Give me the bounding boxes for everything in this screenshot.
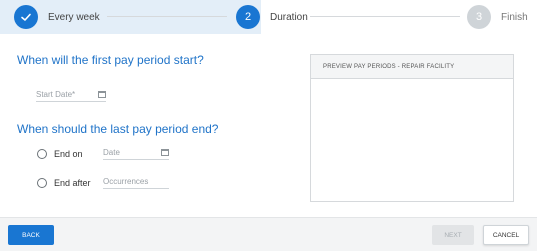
back-button[interactable]: BACK xyxy=(8,225,54,245)
step-3-label: Finish xyxy=(501,11,528,23)
step-2-number: 2 xyxy=(244,11,252,23)
preview-panel-title: PREVIEW PAY PERIODS - REPAIR FACILITY xyxy=(323,63,455,70)
step-1-label: Every week xyxy=(48,11,100,23)
preview-panel: PREVIEW PAY PERIODS - REPAIR FACILITY xyxy=(310,54,514,202)
step-2-circle: 2 xyxy=(236,5,260,29)
step-3-number: 3 xyxy=(475,11,483,23)
pay-period-wizard: Every week 2 Duration 3 Finish When will… xyxy=(0,0,537,251)
end-on-radio[interactable] xyxy=(37,149,47,159)
start-date-placeholder: Start Date* xyxy=(36,90,76,99)
occurrences-placeholder: Occurrences xyxy=(103,177,149,186)
end-after-radio[interactable] xyxy=(37,178,47,188)
calendar-icon[interactable] xyxy=(161,149,169,156)
step-connector-1 xyxy=(107,16,227,17)
step-connector-2 xyxy=(310,16,460,17)
footer-bar: BACK NEXT CANCEL xyxy=(0,217,537,251)
start-date-field[interactable]: Start Date* xyxy=(36,90,106,102)
checkmark-icon xyxy=(21,13,31,21)
occurrences-field[interactable]: Occurrences xyxy=(103,177,169,189)
stepper: Every week 2 Duration 3 Finish xyxy=(0,0,537,34)
cancel-button[interactable]: CANCEL xyxy=(483,225,529,245)
step-finish[interactable]: 3 Finish xyxy=(467,0,528,34)
end-date-field[interactable]: Date xyxy=(103,148,169,160)
end-after-label: End after xyxy=(54,178,91,188)
step-3-circle: 3 xyxy=(467,5,491,29)
step-2-label: Duration xyxy=(270,11,308,23)
next-button[interactable]: NEXT xyxy=(432,225,474,245)
step-duration[interactable]: 2 Duration xyxy=(236,0,308,34)
end-date-placeholder: Date xyxy=(103,148,120,157)
step-1-circle xyxy=(14,5,38,29)
last-period-heading: When should the last pay period end? xyxy=(17,122,219,136)
first-period-heading: When will the first pay period start? xyxy=(17,53,204,67)
step-every-week[interactable]: Every week xyxy=(14,0,100,34)
calendar-icon[interactable] xyxy=(98,91,106,98)
end-on-label: End on xyxy=(54,149,83,159)
preview-panel-header: PREVIEW PAY PERIODS - REPAIR FACILITY xyxy=(311,55,513,79)
